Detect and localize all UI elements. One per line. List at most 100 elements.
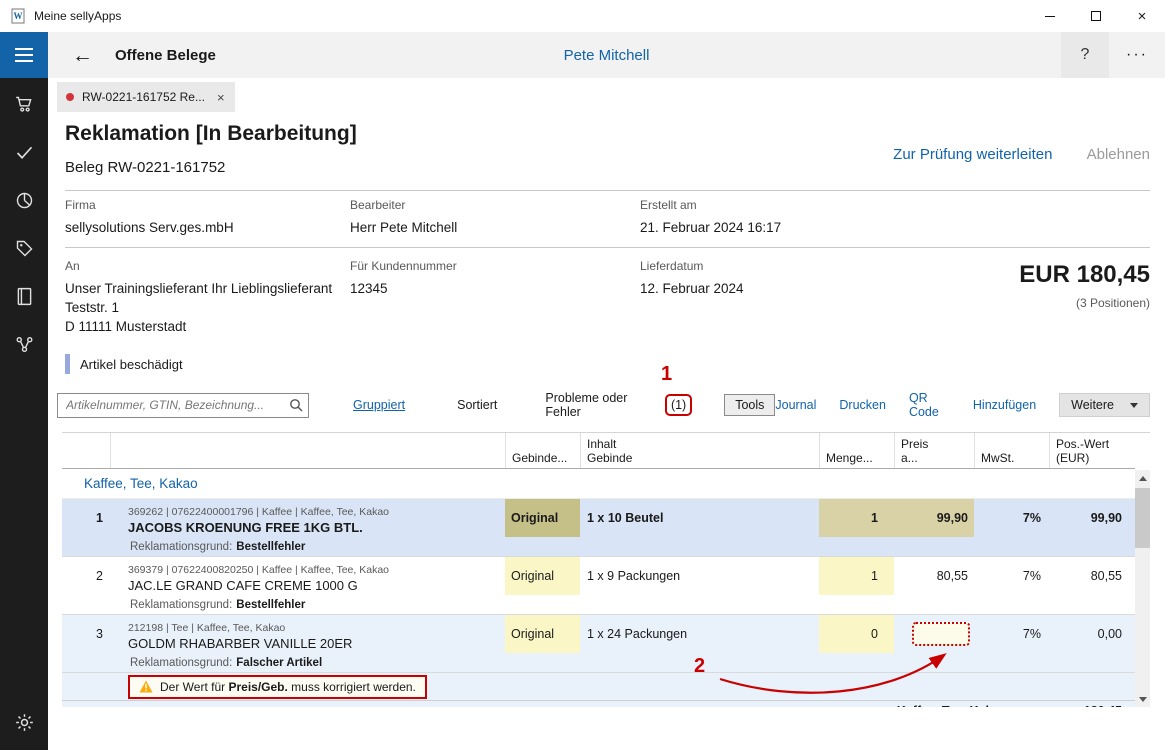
col-preis[interactable]: Preis a...: [894, 433, 974, 468]
search-input[interactable]: [57, 393, 309, 418]
add-link[interactable]: Hinzufügen: [973, 398, 1036, 412]
table-row: 1 369262 | 07622400001796 | Kaffee | Kaf…: [62, 499, 1135, 557]
journal-link[interactable]: Journal: [775, 398, 816, 412]
sidebar-item-catalog[interactable]: [0, 272, 48, 320]
menge-cell[interactable]: 0: [819, 615, 894, 653]
minimize-button[interactable]: [1027, 0, 1073, 32]
problems-filter[interactable]: Probleme oder Fehler (1): [545, 391, 692, 419]
search-icon[interactable]: [289, 398, 303, 412]
sidebar-item-statistics[interactable]: [0, 176, 48, 224]
warning-icon: [139, 680, 153, 693]
main-content: RW-0221-161752 Re... × Reklamation [In B…: [48, 78, 1165, 750]
address-line-3: D 11111 Musterstadt: [65, 317, 350, 336]
check-icon: [14, 142, 35, 163]
group-header[interactable]: Kaffee, Tee, Kakao: [62, 469, 1135, 499]
annotation-1: 1: [661, 363, 672, 386]
search-box: [57, 393, 309, 418]
back-button[interactable]: ←: [72, 45, 93, 66]
problems-count-badge[interactable]: (1): [665, 394, 692, 416]
preis-cell[interactable]: 99,90: [894, 499, 974, 537]
positions-count: (3 Positionen): [890, 296, 1150, 310]
complaint-note: Artikel beschädigt: [65, 354, 1150, 374]
app-window: W Meine sellyApps × ← Offene Belege Pete…: [0, 0, 1165, 750]
article-row-3[interactable]: 3 212198 | Tee | Kaffee, Tee, Kakao GOLD…: [62, 615, 1135, 653]
unsaved-dot-icon: [66, 93, 74, 101]
group-subtotal-row: Kaffee, Tee, Kakao 180,45: [62, 700, 1135, 707]
toolbar-right-links: Journal Drucken QR Code Hinzufügen Weite…: [775, 391, 1150, 419]
annotation-2: 2: [694, 655, 705, 678]
sidebar-item-settings[interactable]: [0, 698, 48, 746]
field-lieferdatum: Lieferdatum 12. Februar 2024: [640, 259, 890, 336]
maximize-icon: [1091, 11, 1101, 21]
grouped-toggle[interactable]: Gruppiert: [353, 398, 405, 412]
article-name: JACOBS KROENUNG FREE 1KG BTL.: [128, 520, 505, 535]
wert-cell: 0,00: [1049, 615, 1132, 653]
scrollbar-thumb[interactable]: [1135, 488, 1150, 548]
tab-document[interactable]: RW-0221-161752 Re... ×: [57, 82, 235, 112]
missing-price-highlight[interactable]: [912, 622, 970, 646]
validation-warning-row: Der Wert für Preis/Geb. muss korrigiert …: [62, 673, 1135, 700]
gebinde-cell[interactable]: Original: [505, 499, 580, 537]
col-gebinde[interactable]: Gebinde...: [505, 433, 580, 468]
app-icon: W: [10, 8, 26, 24]
vertical-scrollbar[interactable]: [1135, 470, 1150, 707]
mwst-cell: 7%: [974, 615, 1049, 653]
forward-for-review-button[interactable]: Zur Prüfung weiterleiten: [893, 146, 1052, 163]
tab-label: RW-0221-161752 Re...: [82, 90, 205, 104]
qr-code-link[interactable]: QR Code: [909, 391, 950, 419]
tab-close-icon[interactable]: ×: [217, 90, 225, 105]
more-dropdown[interactable]: Weitere: [1059, 393, 1150, 417]
window-title: Meine sellyApps: [34, 9, 121, 23]
preis-cell-empty[interactable]: [894, 615, 974, 653]
sidebar-item-share[interactable]: [0, 320, 48, 368]
validation-warning: Der Wert für Preis/Geb. muss korrigiert …: [128, 675, 427, 699]
reason-row: Reklamationsgrund: Bestellfehler: [62, 537, 1135, 556]
field-erstellt-am: Erstellt am 21. Februar 2024 16:17: [640, 198, 890, 237]
menu-button[interactable]: [0, 32, 48, 78]
col-pos-wert[interactable]: Pos.-Wert (EUR): [1049, 433, 1132, 468]
article-toolbar: Gruppiert Sortiert Probleme oder Fehler …: [65, 391, 1150, 419]
col-menge[interactable]: Menge...: [819, 433, 894, 468]
article-row-1[interactable]: 1 369262 | 07622400001796 | Kaffee | Kaf…: [62, 499, 1135, 537]
menge-cell[interactable]: 1: [819, 557, 894, 595]
field-an: An Unser Trainingslieferant Ihr Liebling…: [65, 259, 350, 336]
document-actions: Zur Prüfung weiterleiten Ablehnen: [893, 146, 1150, 163]
col-inhalt-gebinde[interactable]: Inhalt Gebinde: [580, 433, 819, 468]
sorted-toggle[interactable]: Sortiert: [457, 398, 497, 412]
svg-text:W: W: [14, 11, 23, 21]
total-amount: EUR 180,45: [890, 261, 1150, 289]
sidebar-item-labels[interactable]: [0, 224, 48, 272]
more-options-button[interactable]: ···: [1109, 32, 1165, 78]
sidebar-item-cart[interactable]: [0, 80, 48, 128]
window-controls: ×: [1027, 0, 1165, 32]
article-row-2[interactable]: 2 369379 | 07622400820250 | Kaffee | Kaf…: [62, 557, 1135, 595]
print-link[interactable]: Drucken: [839, 398, 886, 412]
table-body: Kaffee, Tee, Kakao 1 369262 | 0762240000…: [62, 469, 1135, 707]
note-accent-bar: [65, 354, 70, 374]
maximize-button[interactable]: [1073, 0, 1119, 32]
chevron-down-icon: [1130, 403, 1138, 408]
tools-button[interactable]: Tools: [724, 394, 775, 416]
titlebar: W Meine sellyApps ×: [0, 0, 1165, 32]
field-firma: Firma sellysolutions Serv.ges.mbH: [65, 198, 350, 237]
scroll-up-button[interactable]: [1135, 470, 1150, 486]
close-button[interactable]: ×: [1119, 0, 1165, 32]
table-header-row: Gebinde... Inhalt Gebinde Menge... Preis…: [62, 433, 1135, 469]
sidebar-item-tasks[interactable]: [0, 128, 48, 176]
inhalt-cell: 1 x 10 Beutel: [580, 499, 819, 537]
article-meta: 369262 | 07622400001796 | Kaffee | Kaffe…: [128, 506, 505, 518]
address-line-2: Teststr. 1: [65, 298, 350, 317]
gebinde-cell[interactable]: Original: [505, 615, 580, 653]
mwst-cell: 7%: [974, 499, 1049, 537]
gebinde-cell[interactable]: Original: [505, 557, 580, 595]
reject-button[interactable]: Ablehnen: [1087, 146, 1150, 163]
page-title: Offene Belege: [115, 47, 216, 64]
menge-cell[interactable]: 1: [819, 499, 894, 537]
field-kundennummer: Für Kundennummer 12345: [350, 259, 640, 336]
preis-cell[interactable]: 80,55: [894, 557, 974, 595]
help-button[interactable]: ?: [1061, 32, 1109, 78]
col-mwst[interactable]: MwSt.: [974, 433, 1049, 468]
scroll-down-button[interactable]: [1135, 691, 1150, 707]
book-icon: [14, 286, 35, 307]
minimize-icon: [1045, 16, 1055, 17]
